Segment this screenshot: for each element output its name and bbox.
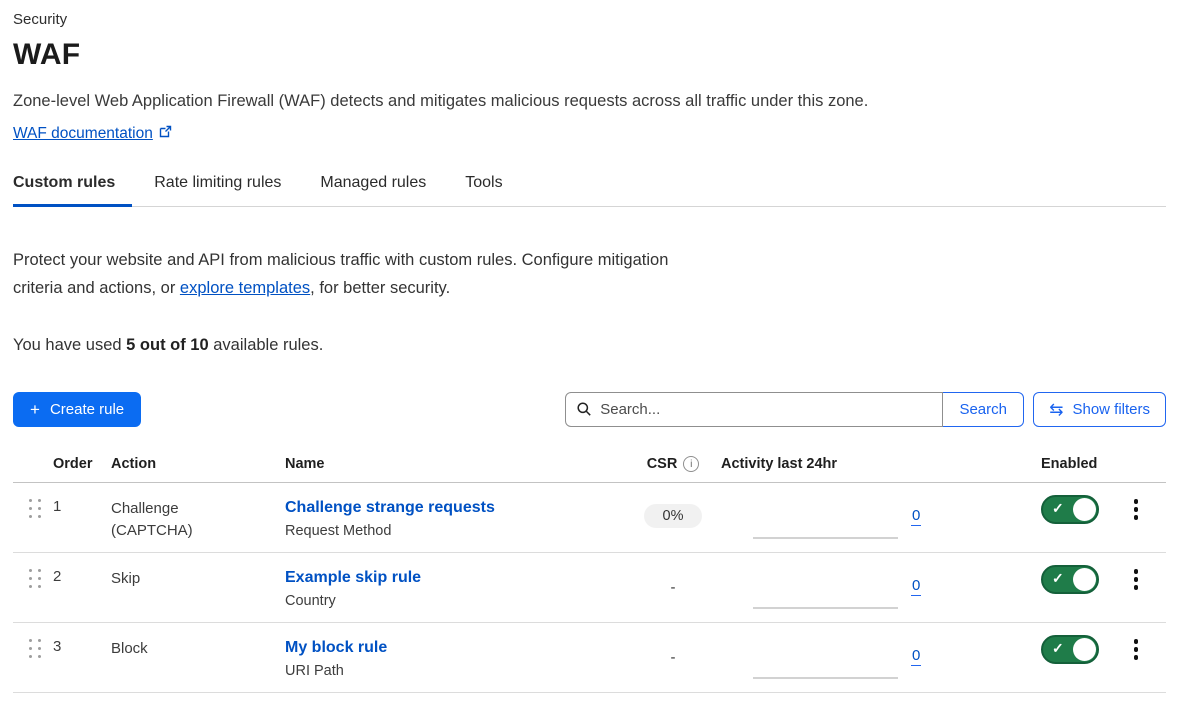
waf-documentation-link-label: WAF documentation xyxy=(13,125,153,143)
info-icon[interactable]: i xyxy=(683,456,699,472)
swap-arrows-icon: ⇆ xyxy=(1049,401,1063,418)
check-icon: ✓ xyxy=(1052,570,1064,587)
plus-icon: + xyxy=(30,401,40,418)
rule-name-link[interactable]: Example skip rule xyxy=(285,568,625,588)
intro-paragraph: Protect your website and API from malici… xyxy=(13,246,773,302)
csr-value: - xyxy=(671,649,676,666)
intro-line1: Protect your website and API from malici… xyxy=(13,251,668,269)
explore-templates-link[interactable]: explore templates xyxy=(180,279,310,297)
enabled-toggle[interactable]: ✓ xyxy=(1041,565,1099,594)
activity-count-link[interactable]: 0 xyxy=(911,507,921,526)
table-header-row: Order Action Name CSR i Activity last 24… xyxy=(13,450,1166,483)
enabled-toggle[interactable]: ✓ xyxy=(1041,495,1099,524)
toggle-knob xyxy=(1073,568,1096,591)
rule-order: 2 xyxy=(53,553,111,622)
tab-managed-rules[interactable]: Managed rules xyxy=(320,174,443,206)
usage-pre: You have used xyxy=(13,336,126,354)
rule-order: 1 xyxy=(53,483,111,552)
header-spacer xyxy=(13,450,53,482)
tab-custom-rules[interactable]: Custom rules xyxy=(13,174,132,206)
toggle-knob xyxy=(1073,638,1096,661)
activity-count-link[interactable]: 0 xyxy=(911,577,921,596)
check-icon: ✓ xyxy=(1052,500,1064,517)
rule-order: 3 xyxy=(53,623,111,692)
search-icon xyxy=(576,401,592,422)
show-filters-label: Show filters xyxy=(1072,401,1150,418)
rule-name-link[interactable]: Challenge strange requests xyxy=(285,498,625,518)
usage-count: 5 out of 10 xyxy=(126,336,209,354)
breadcrumb: Security xyxy=(13,10,1166,30)
column-header-order: Order xyxy=(53,450,111,482)
waf-page: Security WAF Zone-level Web Application … xyxy=(0,0,1177,693)
rules-toolbar: + Create rule Search ⇆ Show filters xyxy=(13,392,1166,427)
header-spacer xyxy=(1117,450,1166,482)
rule-action: Block xyxy=(111,623,285,692)
create-rule-label: Create rule xyxy=(50,401,124,418)
custom-rules-table: Order Action Name CSR i Activity last 24… xyxy=(13,450,1166,693)
waf-documentation-link[interactable]: WAF documentation xyxy=(13,125,172,143)
check-icon: ✓ xyxy=(1052,640,1064,657)
usage-summary: You have used 5 out of 10 available rule… xyxy=(13,336,1166,355)
rule-action: Skip xyxy=(111,553,285,622)
tab-rate-limiting-rules[interactable]: Rate limiting rules xyxy=(154,174,298,206)
external-link-icon xyxy=(159,125,172,143)
column-header-action: Action xyxy=(111,450,285,482)
tab-bar: Custom rules Rate limiting rules Managed… xyxy=(13,174,1166,207)
rule-field: Country xyxy=(285,593,625,609)
drag-handle-icon[interactable] xyxy=(29,499,43,518)
toggle-knob xyxy=(1073,498,1096,521)
activity-sparkline xyxy=(753,607,898,609)
column-header-enabled: Enabled xyxy=(983,450,1117,482)
rule-field: Request Method xyxy=(285,523,625,539)
activity-count-link[interactable]: 0 xyxy=(911,647,921,666)
column-header-csr: CSR i xyxy=(625,450,721,482)
activity-sparkline xyxy=(753,537,898,539)
csr-value: - xyxy=(671,579,676,596)
kebab-menu-icon[interactable] xyxy=(1129,499,1143,520)
search-input[interactable] xyxy=(565,392,943,427)
create-rule-button[interactable]: + Create rule xyxy=(13,392,141,427)
csr-value-badge: 0% xyxy=(644,504,703,528)
search-button[interactable]: Search xyxy=(942,392,1024,427)
enabled-toggle[interactable]: ✓ xyxy=(1041,635,1099,664)
tab-tools[interactable]: Tools xyxy=(465,174,519,206)
kebab-menu-icon[interactable] xyxy=(1129,639,1143,660)
table-row: 3 Block My block rule URI Path - 0 ✓ xyxy=(13,623,1166,693)
drag-handle-icon[interactable] xyxy=(29,639,43,658)
page-description: Zone-level Web Application Firewall (WAF… xyxy=(13,90,1166,113)
rule-name-link[interactable]: My block rule xyxy=(285,638,625,658)
intro-line2-pre: criteria and actions, or xyxy=(13,279,180,297)
rule-field: URI Path xyxy=(285,663,625,679)
activity-sparkline xyxy=(753,677,898,679)
kebab-menu-icon[interactable] xyxy=(1129,569,1143,590)
table-row: 2 Skip Example skip rule Country - 0 ✓ xyxy=(13,553,1166,623)
column-header-name: Name xyxy=(285,450,625,482)
csr-header-label: CSR xyxy=(647,456,678,472)
intro-line2-post: , for better security. xyxy=(310,279,450,297)
table-row: 1 Challenge (CAPTCHA) Challenge strange … xyxy=(13,483,1166,553)
page-title: WAF xyxy=(13,37,1166,73)
show-filters-button[interactable]: ⇆ Show filters xyxy=(1033,392,1166,427)
rule-action: Challenge (CAPTCHA) xyxy=(111,483,285,552)
usage-post: available rules. xyxy=(209,336,324,354)
drag-handle-icon[interactable] xyxy=(29,569,43,588)
column-header-activity: Activity last 24hr xyxy=(721,450,983,482)
